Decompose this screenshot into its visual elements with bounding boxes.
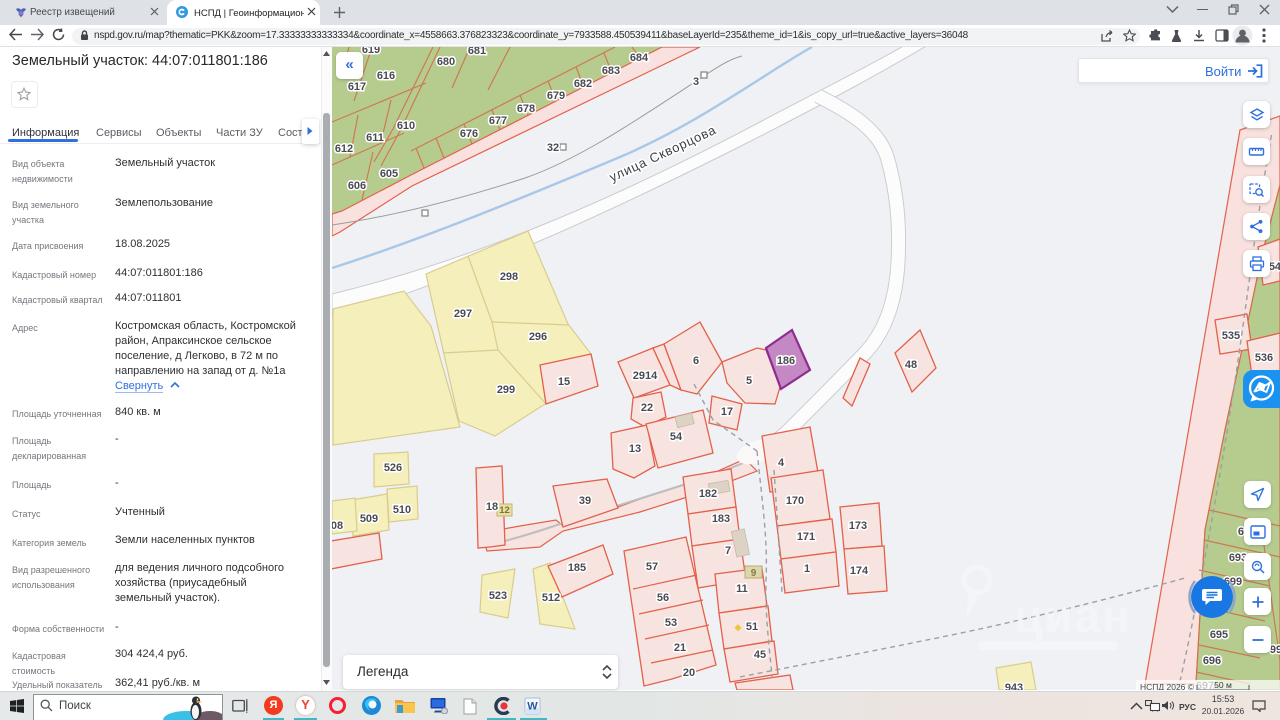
svg-text:3: 3 [693, 76, 699, 88]
svg-text:57: 57 [646, 561, 658, 573]
svg-text:54: 54 [670, 431, 683, 443]
svg-text:6: 6 [693, 355, 699, 367]
svg-text:510: 510 [393, 504, 411, 516]
svg-text:540: 540 [1269, 261, 1280, 273]
svg-text:298: 298 [500, 271, 518, 283]
svg-text:17: 17 [721, 406, 733, 418]
svg-text:4: 4 [778, 457, 785, 469]
svg-text:99: 99 [1270, 644, 1280, 656]
svg-text:15: 15 [558, 376, 570, 388]
svg-text:1: 1 [804, 563, 810, 575]
svg-text:617: 617 [348, 81, 366, 93]
svg-text:53: 53 [665, 617, 677, 629]
svg-text:48: 48 [905, 359, 917, 371]
svg-text:174: 174 [850, 565, 869, 577]
svg-text:297: 297 [454, 308, 472, 320]
svg-text:18: 18 [486, 501, 498, 513]
svg-text:677: 677 [489, 115, 507, 127]
svg-text:171: 171 [797, 531, 815, 543]
svg-text:183: 183 [712, 513, 730, 525]
svg-text:173: 173 [849, 520, 867, 532]
svg-text:611: 611 [366, 132, 384, 144]
svg-text:21: 21 [674, 642, 686, 654]
svg-text:39: 39 [579, 495, 591, 507]
svg-text:12: 12 [499, 505, 510, 516]
svg-text:536: 536 [1255, 352, 1273, 364]
svg-text:299: 299 [497, 384, 515, 396]
svg-text:606: 606 [348, 180, 366, 192]
svg-text:680: 680 [437, 56, 455, 68]
svg-text:51: 51 [746, 621, 758, 633]
svg-text:182: 182 [699, 488, 717, 500]
svg-text:32: 32 [547, 142, 559, 154]
svg-text:612: 612 [335, 143, 353, 155]
svg-text:676: 676 [460, 128, 478, 140]
svg-text:186: 186 [777, 355, 795, 367]
svg-text:56: 56 [657, 592, 669, 604]
svg-text:523: 523 [489, 590, 507, 602]
svg-text:11: 11 [736, 583, 748, 595]
svg-text:679: 679 [547, 90, 565, 102]
svg-text:5: 5 [746, 375, 752, 387]
svg-text:696: 696 [1203, 655, 1221, 667]
svg-text:610: 610 [397, 120, 415, 132]
svg-text:9: 9 [751, 568, 757, 579]
svg-text:296: 296 [529, 331, 547, 343]
svg-text:605: 605 [380, 168, 398, 180]
svg-text:683: 683 [602, 65, 620, 77]
svg-text:619: 619 [362, 47, 380, 56]
svg-text:185: 185 [568, 562, 586, 574]
svg-text:170: 170 [786, 495, 804, 507]
svg-text:682: 682 [574, 78, 592, 90]
svg-text:509: 509 [360, 513, 378, 525]
svg-text:20: 20 [683, 667, 695, 679]
svg-text:508: 508 [332, 520, 343, 532]
svg-text:22: 22 [641, 402, 653, 414]
svg-text:W: W [527, 701, 538, 713]
svg-text:7: 7 [725, 545, 731, 557]
svg-text:512: 512 [542, 592, 560, 604]
svg-text:13: 13 [629, 443, 641, 455]
svg-text:943: 943 [1005, 682, 1023, 690]
svg-text:616: 616 [377, 70, 395, 82]
svg-text:циан: циан [1014, 590, 1132, 642]
svg-text:535: 535 [1222, 330, 1240, 342]
svg-text:50 м: 50 м [1214, 680, 1232, 690]
svg-text:2914: 2914 [633, 370, 658, 382]
svg-text:681: 681 [468, 47, 486, 57]
svg-text:678: 678 [517, 103, 535, 115]
svg-text:45: 45 [754, 649, 766, 661]
svg-text:684: 684 [630, 52, 649, 64]
svg-text:НСПД 2026 ©: НСПД 2026 © [1140, 682, 1195, 690]
svg-text:526: 526 [384, 462, 402, 474]
